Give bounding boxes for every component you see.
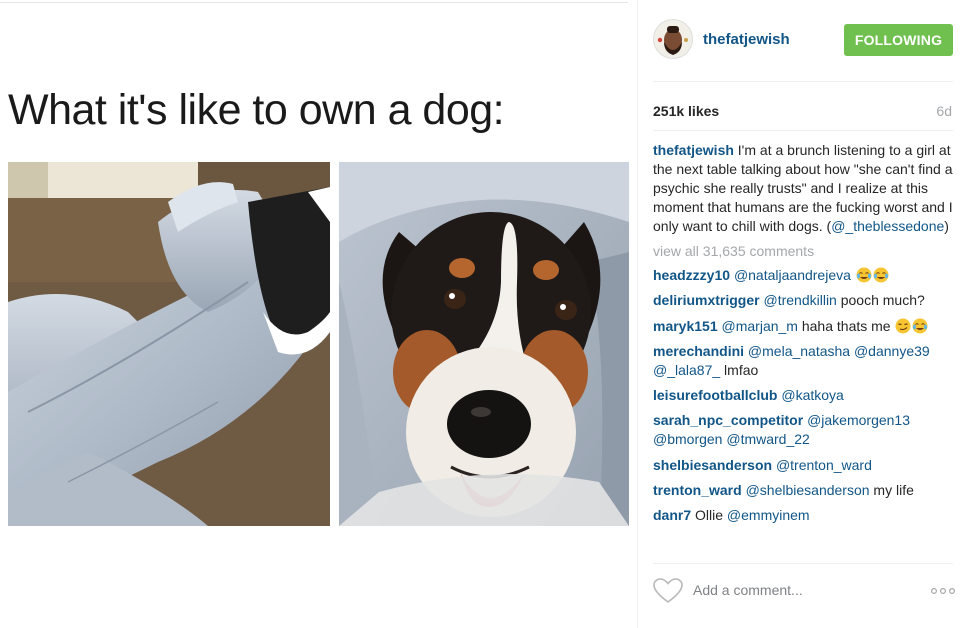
comment-mention[interactable]: @emmyinem [727, 507, 810, 523]
joy-emoji-icon [912, 318, 928, 334]
comment-item: headzzzy10 @nataljaandrejeva [653, 266, 953, 285]
meme-title: What it's like to own a dog: [8, 86, 505, 134]
view-all-comments-link[interactable]: view all 31,635 comments [653, 242, 953, 261]
post-details-panel: thefatjewish FOLLOWING 251k likes 6d the… [637, 0, 980, 628]
comment-username[interactable]: leisurefootballclub [653, 387, 777, 403]
comment-mention[interactable]: @shelbiesanderson [746, 482, 870, 498]
comment-item: trenton_ward @shelbiesanderson my life [653, 481, 953, 500]
comment-username[interactable]: headzzzy10 [653, 267, 730, 283]
comment-item: shelbiesanderson @trenton_ward [653, 456, 953, 475]
comment-item: danr7 Ollie @emmyinem [653, 506, 953, 525]
likes-count[interactable]: 251k likes [653, 103, 719, 119]
comments-list: thefatjewish I'm at a brunch listening t… [653, 141, 953, 532]
comment-item: leisurefootballclub @katkoya [653, 386, 953, 405]
comment-mention[interactable]: @nataljaandrejeva [734, 267, 851, 283]
comment-username[interactable]: shelbiesanderson [653, 457, 772, 473]
joy-emoji-icon [856, 267, 872, 283]
comment-username[interactable]: danr7 [653, 507, 691, 523]
user-avatar-icon[interactable] [653, 19, 693, 59]
post-image[interactable]: What it's like to own a dog: [0, 0, 638, 628]
comment-text: lmfao [720, 361, 759, 378]
comment-item: maryk151 @marjan_m haha thats me [653, 317, 953, 336]
caption-text-end: ) [944, 218, 949, 234]
author-username[interactable]: thefatjewish [703, 31, 790, 48]
comment-username[interactable]: sarah_npc_competitor [653, 412, 803, 428]
add-comment-input[interactable]: Add a comment... [693, 582, 803, 598]
comment-username[interactable]: merechandini [653, 343, 744, 359]
joy-emoji-icon [873, 267, 889, 283]
comment-item: deliriumxtrigger @trendkillin pooch much… [653, 291, 953, 310]
comment-username[interactable]: trenton_ward [653, 482, 742, 498]
heart-icon[interactable] [653, 578, 683, 604]
smirk-emoji-icon [895, 318, 911, 334]
comment-text: my life [869, 482, 914, 499]
post-age: 6d [936, 103, 952, 119]
comment-text: pooch much? [836, 292, 925, 309]
more-options-icon[interactable] [930, 586, 956, 596]
comment-username[interactable]: deliriumxtrigger [653, 292, 760, 308]
comment-item: merechandini @mela_natasha @dannye39 @_l… [653, 342, 953, 380]
caption-mention[interactable]: @_theblessedone [831, 218, 944, 234]
comment-mention[interactable]: @marjan_m [722, 318, 798, 334]
comments-divider [653, 563, 953, 564]
comment-text: Ollie [691, 507, 727, 524]
header-divider [653, 81, 953, 82]
following-button[interactable]: FOLLOWING [844, 24, 953, 56]
comment-mention[interactable]: @trenton_ward [776, 457, 872, 473]
comment-item: sarah_npc_competitor @jakemorgen13 @bmor… [653, 411, 953, 449]
image-top-border [0, 2, 628, 3]
dog-face-photo [339, 162, 629, 526]
comment-username[interactable]: maryk151 [653, 318, 718, 334]
caption-username[interactable]: thefatjewish [653, 142, 734, 158]
comment-mention[interactable]: @trendkillin [763, 292, 836, 308]
likes-divider [653, 130, 953, 131]
legs-in-jeans-photo [8, 162, 330, 526]
post-caption: thefatjewish I'm at a brunch listening t… [653, 141, 953, 236]
comment-text: haha thats me [797, 317, 891, 334]
instagram-post: What it's like to own a dog: thefatjewis… [0, 0, 980, 628]
comment-mention[interactable]: @katkoya [781, 387, 843, 403]
